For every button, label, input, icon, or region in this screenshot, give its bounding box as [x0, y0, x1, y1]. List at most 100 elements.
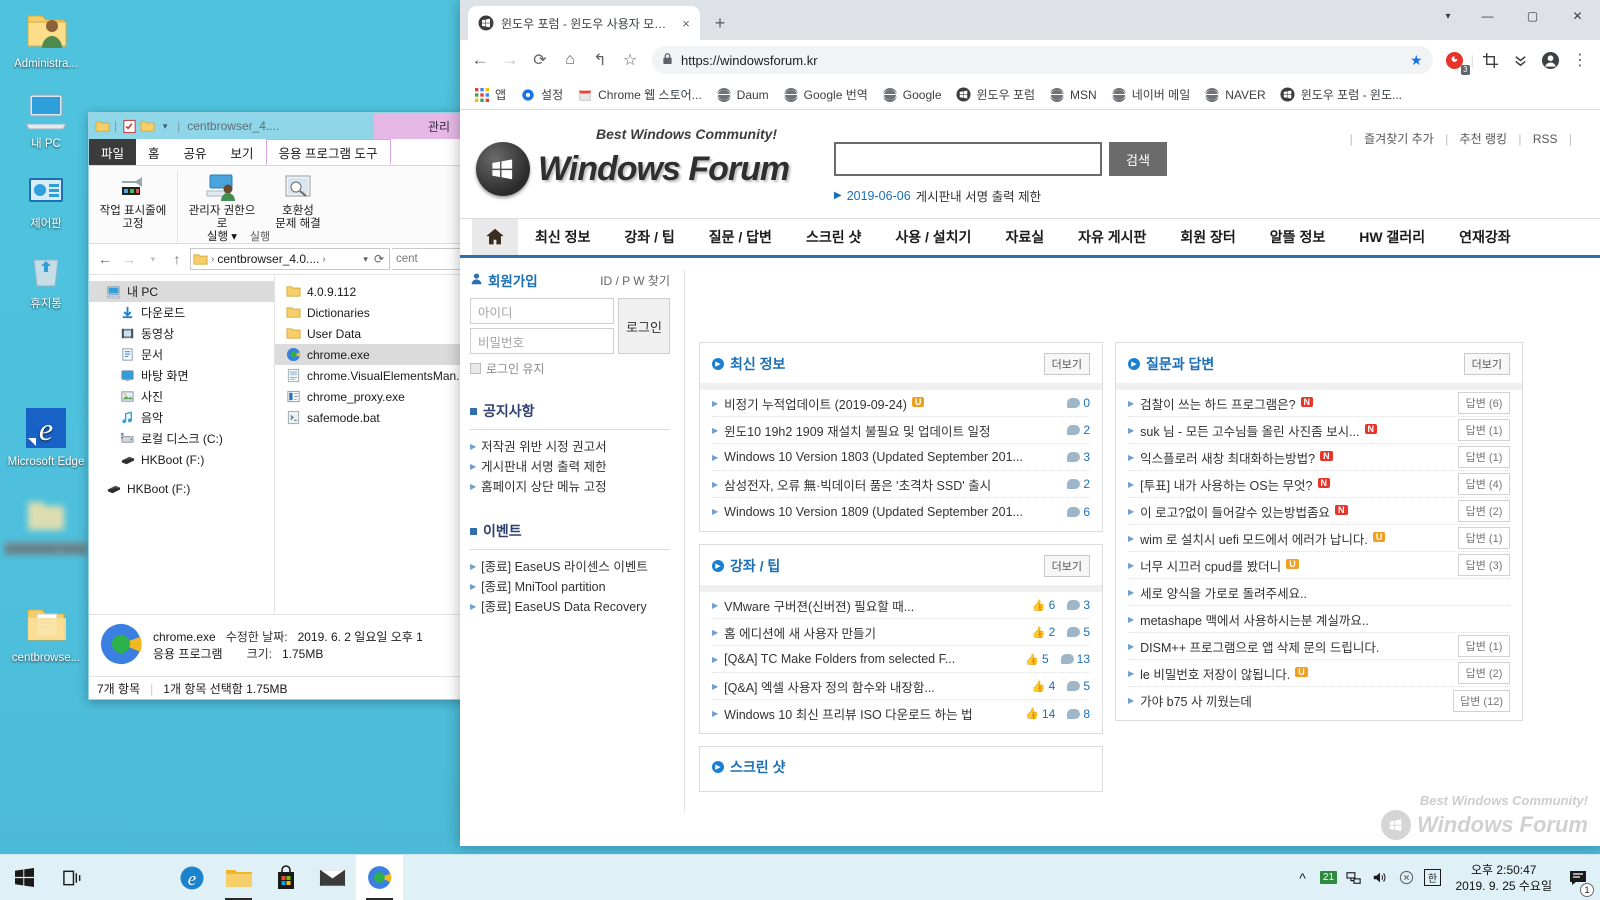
bookmark-naver[interactable]: NAVER	[1198, 84, 1271, 106]
more-button[interactable]: 더보기	[1463, 353, 1510, 375]
volume-icon[interactable]	[1367, 855, 1393, 900]
nav-item-tips[interactable]: 강좌 / 팁	[607, 219, 691, 255]
site-logo[interactable]: Best Windows Community! Windows Forum	[476, 124, 816, 196]
forward-button[interactable]: →	[118, 248, 140, 270]
table-row[interactable]: ▶ 세로 양식을 가로로 돌려주세요..	[1128, 579, 1510, 606]
bookmark-windows-forum[interactable]: 윈도우 포럼	[950, 83, 1042, 106]
refresh-button[interactable]: ⟳	[371, 252, 387, 266]
tree-item-downloads[interactable]: 다운로드	[89, 302, 274, 323]
desktop-icon-control-panel[interactable]: 제어판	[4, 166, 88, 231]
header-link-rss[interactable]: RSS	[1529, 132, 1562, 146]
navigation-pane[interactable]: 내 PC 다운로드 동영상 문서 바탕 화면 사진 음악 로컬 디스크 (C:)…	[89, 275, 274, 614]
star-filled-icon[interactable]: ★	[1410, 52, 1423, 69]
desktop-icon-recycle-bin[interactable]: 휴지통	[4, 246, 88, 311]
bookmark-google-translate[interactable]: Google 번역	[777, 83, 874, 106]
breadcrumb[interactable]: › centbrowser_4.0.... › ▾ ⟳	[190, 248, 390, 270]
start-icon[interactable]	[0, 855, 48, 900]
table-row[interactable]: ▶ 가야 b75 사 끼웠는데 답변 (12)	[1128, 687, 1510, 714]
chevron-down-icon[interactable]: ▾	[156, 117, 174, 135]
explorer-ribbon-tabs[interactable]: 파일 홈 공유 보기 응용 프로그램 도구	[89, 139, 467, 166]
table-row[interactable]: ▶ DISM++ 프로그램으로 앱 삭제 문의 드립니다. 답변 (1)	[1128, 633, 1510, 660]
table-row[interactable]: ▶ 윈도10 19h2 1909 재설치 불필요 및 업데이트 일정 2	[712, 417, 1090, 444]
search-button[interactable]: 검색	[1109, 142, 1167, 176]
more-button[interactable]: 더보기	[1043, 555, 1090, 577]
bookmark-windows-forum-2[interactable]: 윈도우 포럼 - 윈도...	[1274, 83, 1408, 106]
table-row[interactable]: ▶ [Q&A] TC Make Folders from selected F..…	[712, 646, 1090, 673]
taskbar-app-microsoft-store[interactable]	[262, 855, 309, 900]
answer-button[interactable]: 답변 (4)	[1458, 473, 1510, 495]
menu-icon[interactable]: ⋮	[1566, 46, 1594, 74]
ribbon-tab-share[interactable]: 공유	[172, 139, 219, 165]
tree-item-music[interactable]: 음악	[89, 407, 274, 428]
desktop-icon-centbrowser-folder[interactable]: centbrowse...	[4, 600, 88, 665]
explorer-context-tab[interactable]: 관리	[374, 113, 467, 139]
new-folder-icon[interactable]	[138, 117, 156, 135]
file-list-item[interactable]: chrome_proxy.exe	[275, 386, 467, 407]
table-row[interactable]: ▶ VMware 구버젼(신버젼) 필요할 때... 👍 6 3	[712, 592, 1090, 619]
tree-item-documents[interactable]: 문서	[89, 344, 274, 365]
nav-item-series[interactable]: 연재강좌	[1442, 219, 1528, 255]
login-form[interactable]: 아이디 비밀번호 로그인	[470, 298, 670, 354]
ribbon-tab-application-tools[interactable]: 응용 프로그램 도구	[265, 139, 391, 165]
profile-icon[interactable]	[1536, 46, 1564, 74]
network-icon[interactable]	[1341, 855, 1367, 900]
bookmark-settings[interactable]: 설정	[514, 83, 569, 106]
header-links[interactable]: | 즐겨찾기 추가 | 추천 랭킹 | RSS |	[1346, 130, 1576, 147]
nav-item-deals[interactable]: 알뜰 정보	[1253, 219, 1342, 255]
system-tray[interactable]: ^ 21 한 오후 2:50:47 2019. 9. 25 수요일 1	[1289, 855, 1600, 900]
bookmark-apps[interactable]: 앱	[468, 83, 512, 106]
forward-icon[interactable]: →	[496, 46, 524, 74]
explorer-address-bar[interactable]: ← → ▾ ↑ › centbrowser_4.0.... › ▾ ⟳ cent	[89, 244, 467, 274]
bookmark-naver-mail[interactable]: 네이버 메일	[1105, 83, 1197, 106]
table-row[interactable]: ▶ 삼성전자, 오류 無·빅데이터 품은 '초격차 SSD' 출시 2	[712, 471, 1090, 498]
tree-item-this-pc[interactable]: 내 PC	[89, 281, 274, 302]
answer-button[interactable]: 답변 (1)	[1458, 635, 1510, 657]
table-row[interactable]: ▶ wim 로 설치시 uefi 모드에서 에러가 납니다. U 답변 (1)	[1128, 525, 1510, 552]
taskbar[interactable]: e ^ 21 한 오후 2:50:47 2019. 9. 25 수요일 1	[0, 854, 1600, 900]
tree-item-videos[interactable]: 동영상	[89, 323, 274, 344]
table-row[interactable]: ▶ Windows 10 Version 1809 (Updated Septem…	[712, 498, 1090, 525]
header-link-favorite[interactable]: 즐겨찾기 추가	[1360, 132, 1438, 146]
recent-locations-button[interactable]: ▾	[142, 248, 164, 270]
ribbon-tab-home[interactable]: 홈	[136, 139, 172, 165]
answer-button[interactable]: 답변 (2)	[1458, 662, 1510, 684]
password-input[interactable]: 비밀번호	[470, 328, 614, 354]
sidebar-event-list[interactable]: ▶ [종료] EaseUS 라이센스 이벤트 ▶ [종료] MniTool part…	[470, 550, 670, 617]
close-icon[interactable]: ×	[678, 15, 694, 31]
tree-item-hkboot-f[interactable]: HKBoot (F:)	[89, 449, 274, 470]
desktop-icon-administrator[interactable]: Administra...	[4, 6, 88, 71]
nav-item-market[interactable]: 회원 장터	[1163, 219, 1252, 255]
taskbar-app-edge[interactable]: e	[168, 855, 215, 900]
table-row[interactable]: ▶ [Q&A] 엑셀 사용자 정의 함수와 내장함... 👍 4 5	[712, 673, 1090, 700]
tree-item-desktop[interactable]: 바탕 화면	[89, 365, 274, 386]
ribbon-tab-view[interactable]: 보기	[219, 139, 266, 165]
keep-login-row[interactable]: 로그인 유지	[470, 360, 670, 377]
table-row[interactable]: ▶ 너무 시끄러 cpud를 봤더니 U 답변 (3)	[1128, 552, 1510, 579]
search-input[interactable]	[834, 142, 1102, 176]
bookmarks-bar[interactable]: 앱 설정 Chrome 웹 스토어... Daum Google 번역 Goog…	[460, 80, 1600, 110]
table-row[interactable]: ▶ 홈 에디션에 새 사용자 만들기 👍 2 5	[712, 619, 1090, 646]
list-item[interactable]: ▶ 저작권 위반 시정 권고서	[470, 437, 670, 457]
crop-icon[interactable]	[1476, 46, 1504, 74]
close-circle-icon[interactable]	[1393, 855, 1419, 900]
table-row[interactable]: ▶ metashape 맥에서 사용하시는분 계실까요..	[1128, 606, 1510, 633]
table-row[interactable]: ▶ 검찰이 쓰는 하드 프로그램은? N 답변 (6)	[1128, 390, 1510, 417]
tree-item-local-disk-c[interactable]: 로컬 디스크 (C:)	[89, 428, 274, 449]
back-button[interactable]: ←	[94, 248, 116, 270]
more-button[interactable]: 더보기	[1043, 353, 1090, 375]
sidebar-notice-list[interactable]: ▶ 저작권 위반 시정 권고서 ▶ 게시판내 서명 출력 제한 ▶ 홈페이지 상단 메…	[470, 430, 670, 497]
table-row[interactable]: ▶ Windows 10 Version 1803 (Updated Septem…	[712, 444, 1090, 471]
home-icon[interactable]: ⌂	[556, 46, 584, 74]
tree-item-pictures[interactable]: 사진	[89, 386, 274, 407]
answer-button[interactable]: 답변 (3)	[1458, 554, 1510, 576]
file-list-item[interactable]: safemode.bat	[275, 407, 467, 428]
bookmark-star-icon[interactable]: ☆	[616, 46, 644, 74]
bookmark-chrome-web-store[interactable]: Chrome 웹 스토어...	[571, 83, 708, 106]
site-search[interactable]: 검색 ▶ 2019-06-06 게시판내 서명 출력 제한	[834, 142, 1167, 205]
up-button[interactable]: ↑	[166, 248, 188, 270]
nav-item-screenshot[interactable]: 스크린 샷	[789, 219, 878, 255]
list-item[interactable]: ▶ 게시판내 서명 출력 제한	[470, 457, 670, 477]
list-item[interactable]: ▶ 홈페이지 상단 메뉴 고정	[470, 477, 670, 497]
file-list-item-selected[interactable]: chrome.exe	[275, 344, 467, 365]
desktop-icon-microsoft-edge[interactable]: e Microsoft Edge	[4, 404, 88, 469]
